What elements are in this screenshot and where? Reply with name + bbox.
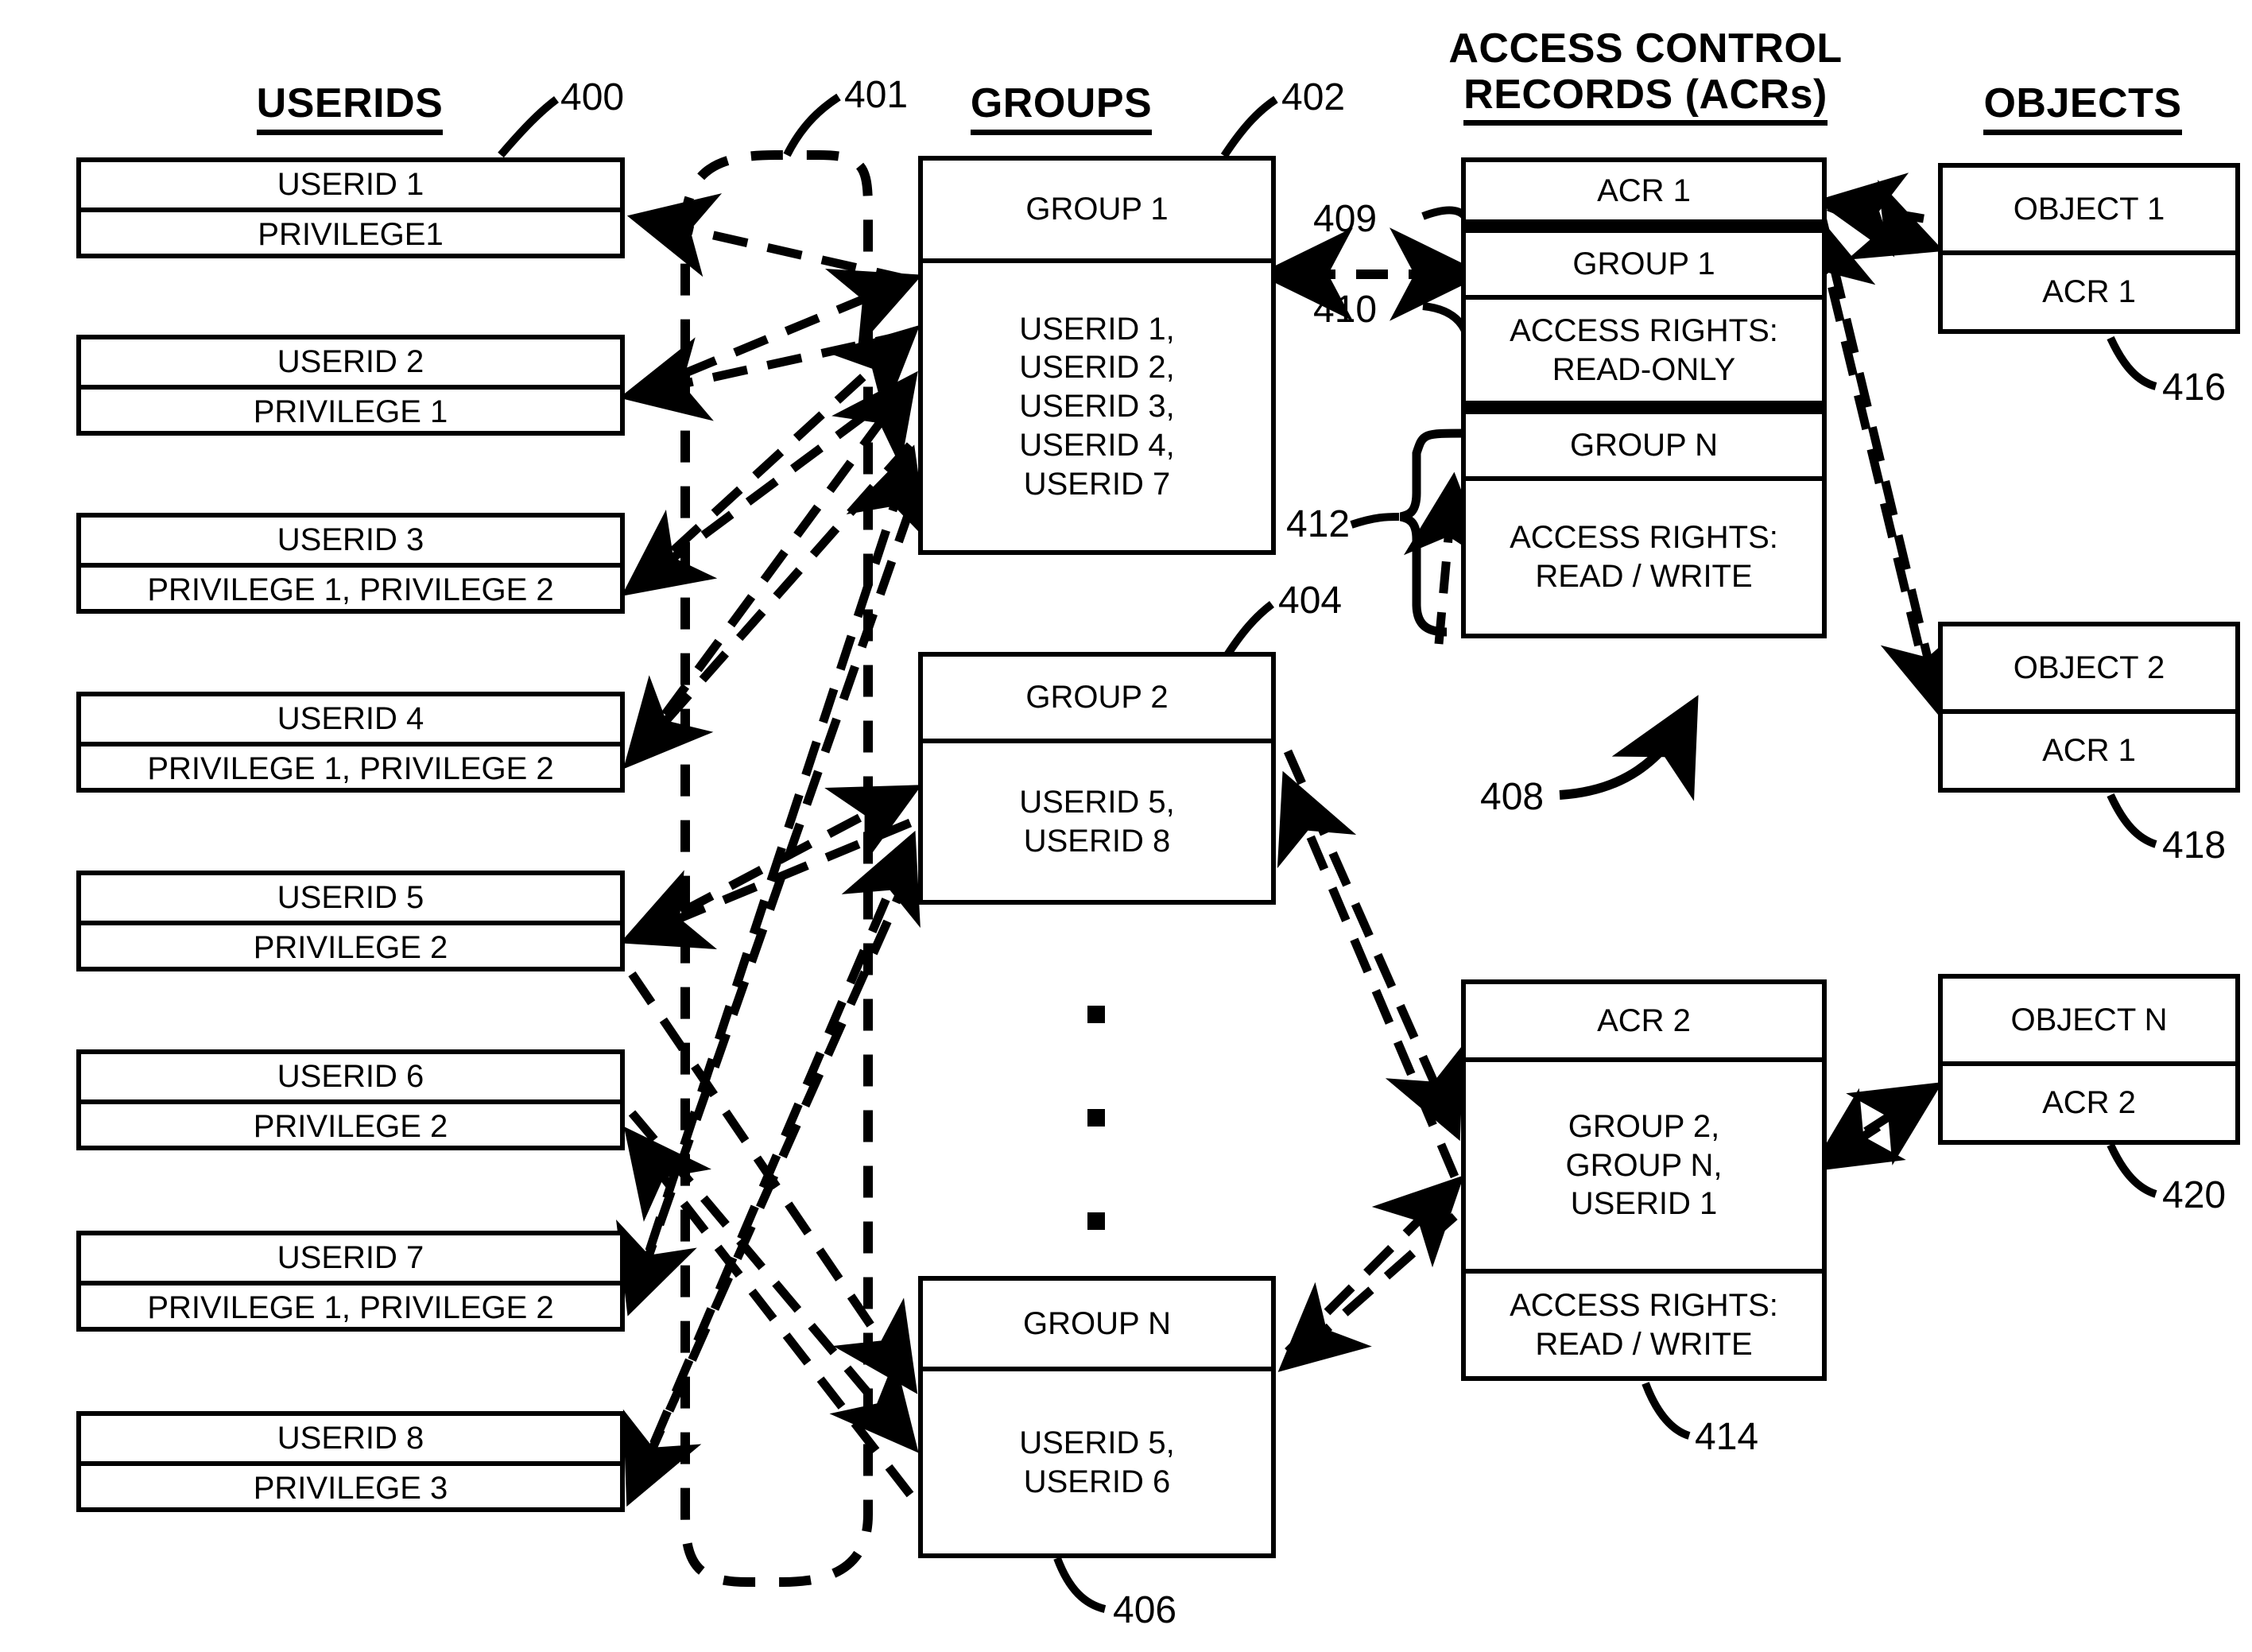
userid-record-1[interactable]: USERID 1 PRIVILEGE1 [76, 157, 625, 258]
reference-numeral-420: 420 [2162, 1174, 2227, 1216]
object-record-n[interactable]: OBJECT N ACR 2 [1938, 974, 2240, 1145]
userid-record-6[interactable]: USERID 6 PRIVILEGE 2 [76, 1049, 625, 1150]
group-record-2[interactable]: GROUP 2 USERID 5, USERID 8 [918, 652, 1276, 905]
reference-numeral-410: 410 [1313, 289, 1378, 331]
group-members: USERID 5, USERID 8 [923, 739, 1271, 900]
userid-privileges: PRIVILEGE1 [81, 207, 620, 258]
object-record-2[interactable]: OBJECT 2 ACR 1 [1938, 622, 2240, 793]
userid-privileges: PRIVILEGE 1, PRIVILEGE 2 [81, 741, 620, 792]
object-name: OBJECT N [2010, 1002, 2168, 1037]
group-name: GROUP 1 [1025, 192, 1169, 227]
column-heading-acrs: ACCESS CONTROL RECORDS (ACRs) [1383, 25, 1908, 126]
userid-privileges: PRIVILEGE 1, PRIVILEGE 2 [81, 562, 620, 613]
userid-name: USERID 1 [277, 167, 424, 202]
acr-heading-line2: RECORDS (ACRs) [1463, 72, 1828, 126]
column-heading-objects: OBJECTS [1916, 79, 2250, 135]
userid-name: USERID 7 [277, 1240, 424, 1275]
acr-entry-rights: ACCESS RIGHTS: READ / WRITE [1466, 476, 1822, 634]
patent-figure: USERIDS GROUPS ACCESS CONTROL RECORDS (A… [0, 0, 2252, 1652]
ellipsis-dot [1087, 1212, 1105, 1230]
userid-privileges: PRIVILEGE 2 [81, 1099, 620, 1150]
userid-privileges: PRIVILEGE 3 [81, 1460, 620, 1511]
userid-name: USERID 2 [277, 344, 424, 379]
userid-name: USERID 8 [277, 1421, 424, 1456]
reference-numeral-400: 400 [560, 76, 625, 118]
acr-entry-rights: ACCESS RIGHTS: READ-ONLY [1466, 295, 1822, 401]
group-name: GROUP 2 [1025, 680, 1169, 715]
reference-numeral-402: 402 [1281, 76, 1346, 118]
acr-entry-subject: GROUP N [1466, 401, 1822, 476]
group-record-1[interactable]: GROUP 1 USERID 1, USERID 2, USERID 3, US… [918, 156, 1276, 555]
group-name: GROUP N [1023, 1305, 1171, 1341]
reference-numeral-416: 416 [2162, 366, 2227, 409]
userid-record-2[interactable]: USERID 2 PRIVILEGE 1 [76, 335, 625, 436]
userid-name: USERID 3 [277, 522, 424, 557]
group-members: USERID 5, USERID 6 [923, 1367, 1271, 1553]
userid-record-3[interactable]: USERID 3 PRIVILEGE 1, PRIVILEGE 2 [76, 513, 625, 614]
acr-entry-subject: GROUP 1 [1466, 219, 1822, 295]
acr-rights: ACCESS RIGHTS: READ / WRITE [1466, 1269, 1822, 1376]
acr-record-1[interactable]: ACR 1 GROUP 1 ACCESS RIGHTS: READ-ONLY G… [1461, 157, 1827, 638]
column-heading-userids: USERIDS [183, 79, 517, 135]
object-record-1[interactable]: OBJECT 1 ACR 1 [1938, 163, 2240, 334]
column-heading-groups: GROUPS [898, 79, 1224, 135]
group-record-n[interactable]: GROUP N USERID 5, USERID 6 [918, 1276, 1276, 1558]
ellipsis-dot [1087, 1006, 1105, 1023]
acr-heading-line1: ACCESS CONTROL [1448, 25, 1843, 72]
group-members: USERID 1, USERID 2, USERID 3, USERID 4, … [923, 258, 1271, 550]
reference-numeral-414: 414 [1695, 1416, 1759, 1458]
object-name: OBJECT 2 [2013, 650, 2165, 685]
userid-name: USERID 6 [277, 1059, 424, 1094]
object-acr: ACR 1 [1943, 250, 2235, 329]
reference-numeral-409: 409 [1313, 198, 1378, 240]
userid-record-4[interactable]: USERID 4 PRIVILEGE 1, PRIVILEGE 2 [76, 692, 625, 793]
reference-numeral-406: 406 [1113, 1589, 1177, 1631]
acr-subjects: GROUP 2, GROUP N, USERID 1 [1466, 1057, 1822, 1269]
userid-name: USERID 4 [277, 701, 424, 736]
acr-title: ACR 2 [1597, 1002, 1691, 1038]
userid-privileges: PRIVILEGE 1 [81, 384, 620, 435]
object-name: OBJECT 1 [2013, 191, 2165, 227]
reference-numeral-408: 408 [1480, 776, 1545, 818]
reference-numeral-401: 401 [844, 74, 909, 116]
reference-numeral-418: 418 [2162, 824, 2227, 867]
object-acr: ACR 1 [1943, 709, 2235, 788]
userid-record-5[interactable]: USERID 5 PRIVILEGE 2 [76, 871, 625, 971]
grouping-capsule-401 [680, 150, 874, 1587]
acr-record-2[interactable]: ACR 2 GROUP 2, GROUP N, USERID 1 ACCESS … [1461, 979, 1827, 1381]
userid-record-8[interactable]: USERID 8 PRIVILEGE 3 [76, 1411, 625, 1512]
userid-privileges: PRIVILEGE 2 [81, 920, 620, 971]
reference-numeral-412: 412 [1286, 503, 1351, 545]
object-acr: ACR 2 [1943, 1061, 2235, 1140]
reference-numeral-404: 404 [1278, 580, 1343, 622]
userid-record-7[interactable]: USERID 7 PRIVILEGE 1, PRIVILEGE 2 [76, 1231, 625, 1332]
ellipsis-dot [1087, 1109, 1105, 1127]
userid-privileges: PRIVILEGE 1, PRIVILEGE 2 [81, 1280, 620, 1331]
acr-title: ACR 1 [1597, 173, 1691, 208]
userid-name: USERID 5 [277, 880, 424, 915]
